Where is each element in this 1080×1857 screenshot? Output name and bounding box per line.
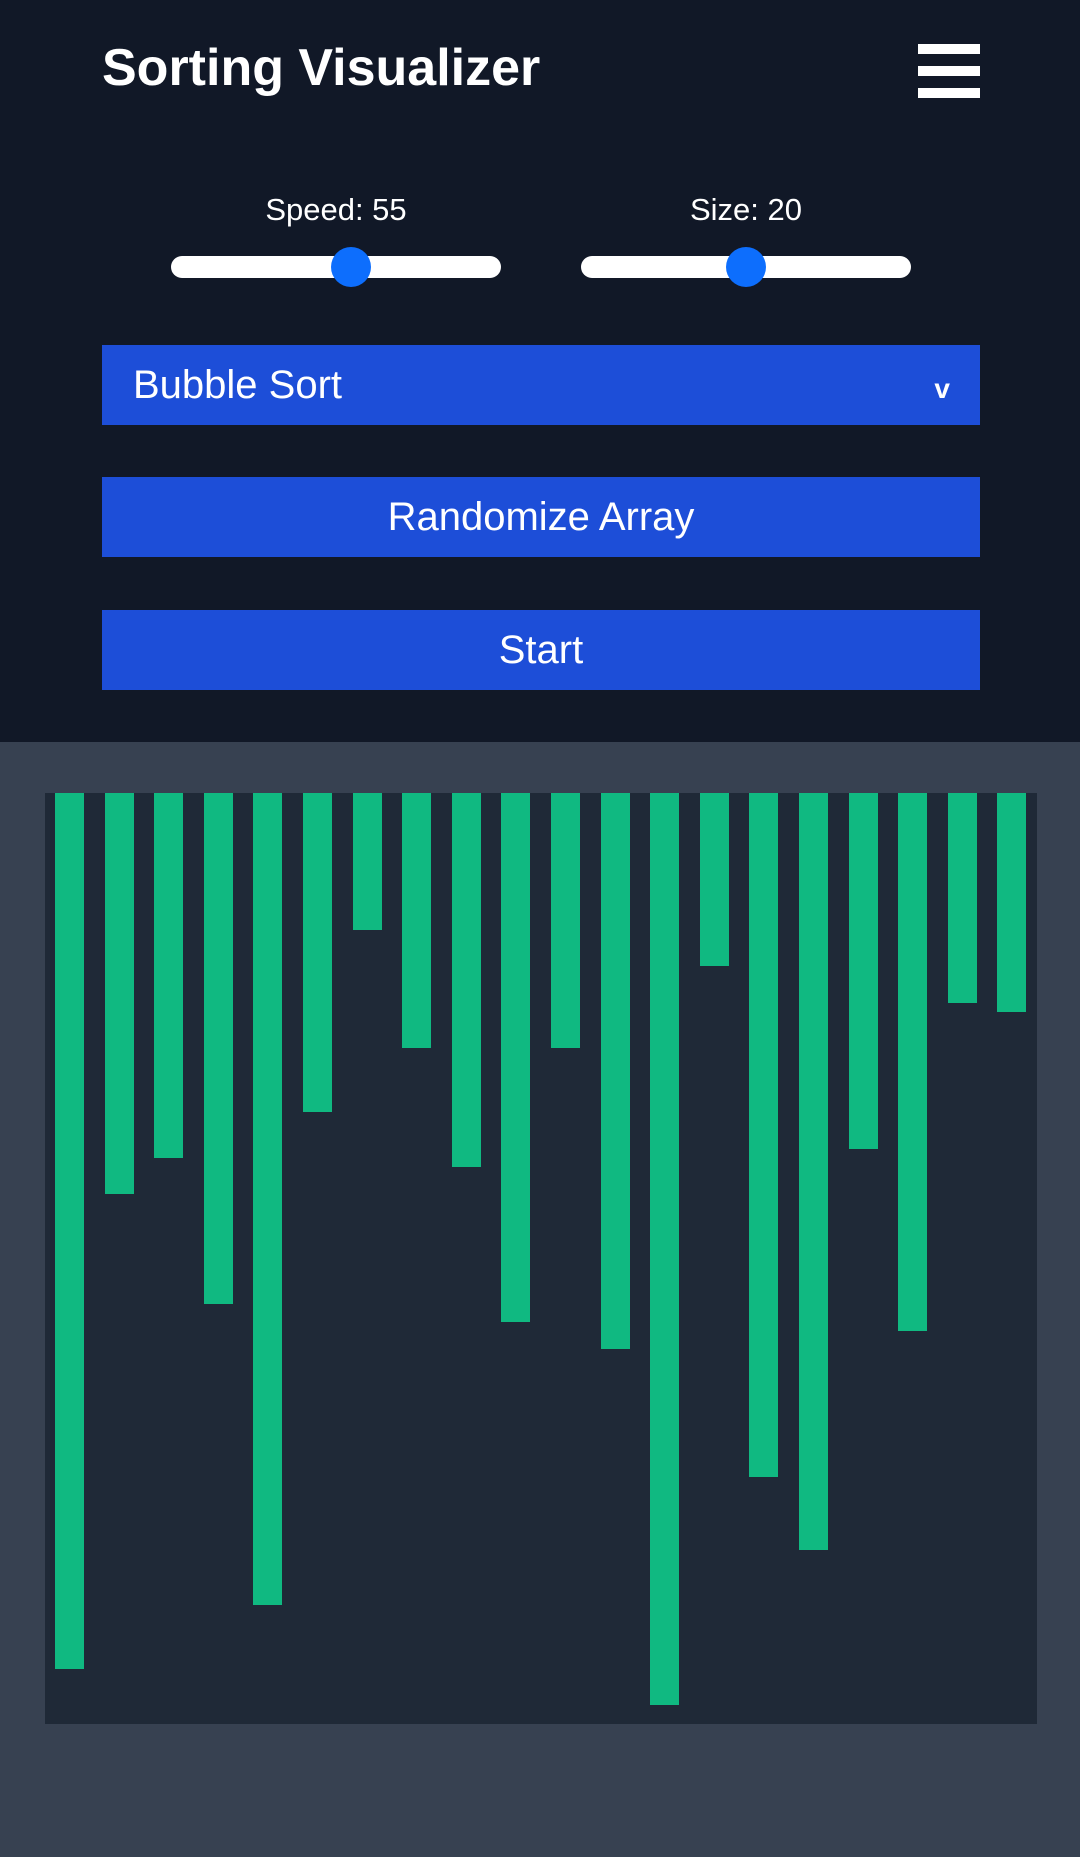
array-bar bbox=[154, 793, 183, 1158]
size-slider[interactable] bbox=[581, 247, 911, 287]
array-bar bbox=[105, 793, 134, 1194]
header: Sorting Visualizer Speed: 55 Size: 20 Bu… bbox=[0, 0, 1080, 742]
array-bar bbox=[799, 793, 828, 1550]
algorithm-selected-value: Bubble Sort bbox=[133, 363, 343, 407]
menu-line bbox=[918, 44, 980, 54]
array-bar bbox=[204, 793, 233, 1304]
randomize-array-button[interactable]: Randomize Array bbox=[102, 477, 980, 557]
menu-line bbox=[918, 88, 980, 98]
array-bar bbox=[501, 793, 530, 1322]
array-bar bbox=[849, 793, 878, 1149]
array-bar bbox=[749, 793, 778, 1477]
app-title: Sorting Visualizer bbox=[102, 39, 541, 97]
speed-control: Speed: 55 bbox=[171, 190, 501, 290]
array-bar bbox=[452, 793, 481, 1167]
speed-label: Speed: 55 bbox=[265, 192, 407, 227]
algorithm-select[interactable]: Bubble Sort v bbox=[102, 345, 980, 425]
array-bar bbox=[601, 793, 630, 1349]
array-bar bbox=[898, 793, 927, 1331]
hamburger-menu-icon[interactable] bbox=[918, 44, 980, 98]
speed-slider-thumb[interactable] bbox=[331, 247, 371, 287]
array-bar bbox=[253, 793, 282, 1605]
size-label: Size: 20 bbox=[689, 192, 802, 227]
array-bar bbox=[55, 793, 84, 1669]
array-visualization bbox=[45, 793, 1037, 1724]
chevron-down-icon: v bbox=[934, 373, 950, 404]
start-button[interactable]: Start bbox=[102, 610, 980, 690]
array-bar bbox=[402, 793, 431, 1048]
array-bar bbox=[700, 793, 729, 966]
array-bar bbox=[650, 793, 679, 1705]
array-bar bbox=[997, 793, 1026, 1012]
speed-slider[interactable] bbox=[171, 247, 501, 287]
size-control: Size: 20 bbox=[581, 190, 911, 290]
size-slider-thumb[interactable] bbox=[726, 247, 766, 287]
array-bar bbox=[948, 793, 977, 1003]
array-bar bbox=[353, 793, 382, 930]
array-bar bbox=[303, 793, 332, 1112]
array-bar bbox=[551, 793, 580, 1048]
menu-line bbox=[918, 66, 980, 76]
